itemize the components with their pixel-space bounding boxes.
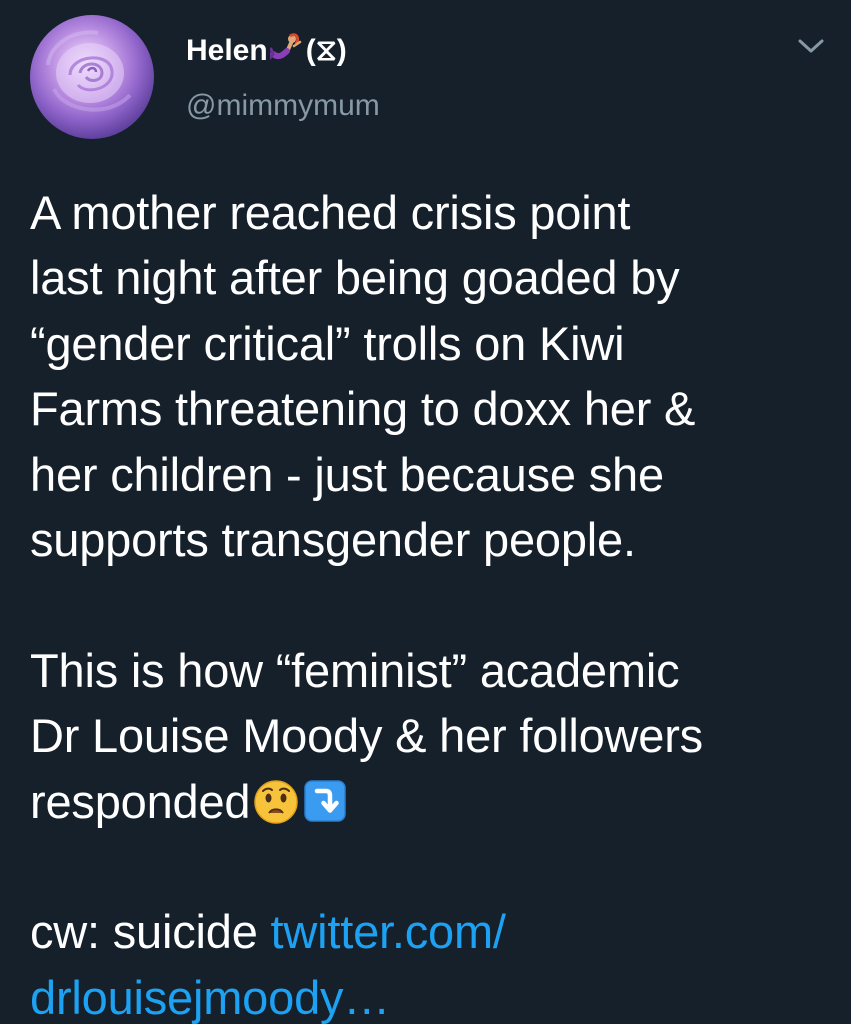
tweet-paragraph-2: This is how “feminist” academic Dr Louis… [30,638,830,834]
content-warning: cw: suicide [30,905,271,959]
text-line: Farms threatening to doxx her & [30,382,696,436]
text-line: This is how “feminist” academic [30,643,680,697]
rose-avatar-image [46,30,132,112]
text-line: supports transgender people. [30,513,636,567]
text-line: A mother reached crisis point [30,186,631,239]
text-line: Dr Louise Moody & her followers [30,709,703,763]
tweet-link[interactable]: twitter.com/ [271,905,506,958]
author-handle[interactable]: @mimmymum [186,88,380,124]
tweet-text: A mother reached crisis point last night… [30,180,830,1024]
arrow-curving-down-icon [304,779,347,822]
author-suffix: (⧖) [305,34,347,67]
author-name-row[interactable]: Helen (⧖) [186,32,347,69]
text-line: responded [30,774,251,828]
tweet-paragraph-3: cw: suicide twitter.com/ drlouisejmoody… [30,899,830,1024]
text-line: her children - just because she [30,447,664,501]
tweet-link-continued[interactable]: drlouisejmoody… [30,965,830,1024]
text-line: cw: suicide twitter.com/ [30,899,830,964]
text-line: last night after being goaded by [30,251,680,305]
chevron-down-icon[interactable] [796,34,826,58]
avatar[interactable] [30,15,154,139]
mermaid-icon [269,33,301,60]
tweet-paragraph-1: A mother reached crisis point last night… [30,180,830,572]
worried-face-icon [254,779,299,824]
author-name[interactable]: Helen [186,34,268,67]
text-line: “gender critical” trolls on Kiwi [30,316,625,370]
text-line-with-emoji: responded [30,769,830,834]
